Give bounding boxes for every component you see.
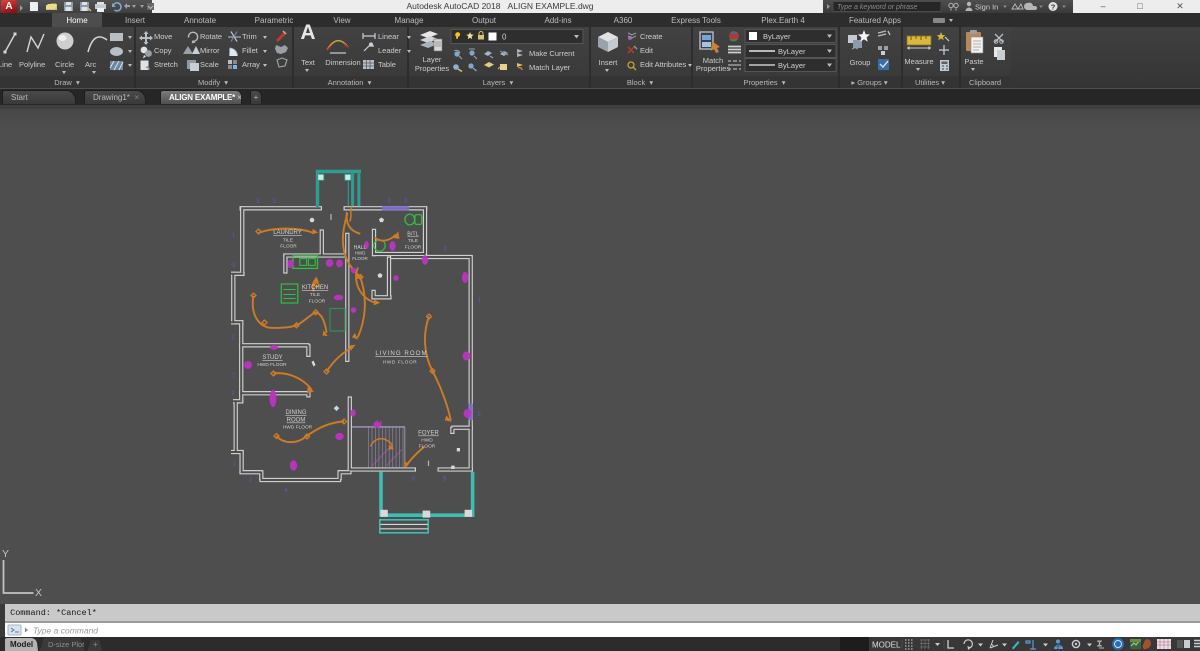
svg-text:ByLayer: ByLayer: [763, 32, 791, 41]
svg-text:MODEL: MODEL: [872, 641, 901, 650]
svg-text:ByLayer: ByLayer: [778, 61, 806, 70]
svg-text:ByLayer: ByLayer: [778, 47, 806, 56]
svg-text:D-size Plot: D-size Plot: [48, 640, 85, 649]
svg-text:?: ?: [1051, 3, 1056, 12]
svg-text:+: +: [93, 640, 98, 649]
svg-text:0: 0: [502, 33, 507, 42]
svg-text:Type a keyword or phrase: Type a keyword or phrase: [837, 4, 918, 11]
svg-text:Type a command: Type a command: [33, 626, 98, 636]
svg-text:Sign In: Sign In: [975, 3, 998, 12]
svg-text:Model: Model: [10, 640, 33, 649]
